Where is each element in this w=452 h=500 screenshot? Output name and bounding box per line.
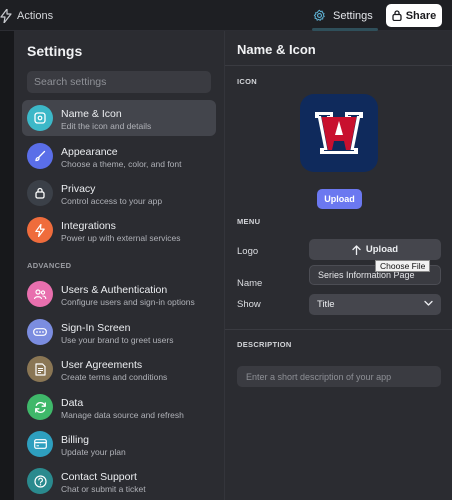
section-header-menu: MENU [237, 217, 261, 226]
gear-icon [313, 9, 325, 21]
sidebar-item-label: Data [61, 397, 84, 409]
share-button[interactable]: Share [386, 4, 442, 27]
chevron-down-icon [424, 300, 433, 306]
sidebar-item-desc: Control access to your app [61, 196, 163, 206]
help-icon [27, 468, 53, 494]
refresh-icon [27, 394, 53, 420]
section-header-description: DESCRIPTION [237, 340, 292, 349]
sidebar-item-sign-in-screen[interactable]: Sign-In Screen Use your brand to greet u… [22, 314, 216, 350]
bolt-icon [0, 8, 12, 23]
name-label: Name [237, 278, 263, 289]
app-icon-preview[interactable] [300, 94, 378, 172]
sidebar-item-data[interactable]: Data Manage data source and refresh [22, 389, 216, 425]
settings-sidebar: Settings Search settings Name & Icon Edi… [14, 31, 224, 500]
sidebar-item-user-agreements[interactable]: User Agreements Create terms and conditi… [22, 351, 216, 387]
section-header-advanced: ADVANCED [27, 261, 72, 270]
lock-icon [27, 180, 53, 206]
sidebar-item-label: Privacy [61, 183, 96, 195]
logo-upload-button[interactable]: Upload [309, 239, 441, 260]
app-icon [27, 105, 53, 131]
sidebar-item-desc: Use your brand to greet users [61, 335, 174, 345]
actions-button[interactable]: Actions [0, 0, 53, 31]
logo-upload-label: Upload [365, 244, 399, 255]
settings-tab[interactable]: Settings [313, 0, 373, 31]
settings-label: Settings [333, 9, 373, 22]
sidebar-title: Settings [27, 43, 83, 59]
actions-label: Actions [17, 9, 54, 22]
description-input[interactable]: Enter a short description of your app [237, 366, 441, 387]
share-label: Share [405, 9, 437, 22]
sidebar-item-label: Users & Authentication [61, 284, 168, 296]
sidebar-item-label: Appearance [61, 146, 118, 158]
lock-icon [392, 10, 402, 21]
show-select-value: Title [317, 299, 335, 310]
upload-icon-button[interactable]: Upload [317, 189, 362, 209]
sidebar-item-label: Name & Icon [61, 108, 122, 120]
sidebar-item-billing[interactable]: Billing Update your plan [22, 426, 216, 462]
section-header-icon: ICON [237, 77, 257, 86]
sidebar-item-label: Billing [61, 434, 90, 446]
divider [225, 65, 452, 66]
password-icon [27, 319, 53, 345]
show-label: Show [237, 299, 261, 310]
users-icon [27, 281, 53, 307]
top-bar: Actions Settings Share [0, 0, 452, 31]
sidebar-item-desc: Power up with external services [61, 233, 181, 243]
block-a-logo-icon [315, 112, 363, 154]
arrow-up-icon [352, 244, 361, 255]
brush-icon [27, 143, 53, 169]
sidebar-item-contact-support[interactable]: Contact Support Chat or submit a ticket [22, 463, 216, 499]
sidebar-item-desc: Create terms and conditions [61, 372, 168, 382]
panel-title: Name & Icon [237, 42, 316, 57]
divider [225, 329, 452, 330]
sidebar-item-label: Contact Support [61, 471, 137, 483]
sidebar-item-desc: Choose a theme, color, and font [61, 159, 182, 169]
card-icon [27, 431, 53, 457]
logo-label: Logo [237, 246, 259, 257]
name-icon-panel: Name & Icon ICON Upload MENU Logo Upload… [224, 31, 452, 500]
bolt-icon [27, 217, 53, 243]
sidebar-item-desc: Edit the icon and details [61, 121, 152, 131]
sidebar-item-integrations[interactable]: Integrations Power up with external serv… [22, 212, 216, 248]
sidebar-item-label: Sign-In Screen [61, 322, 131, 334]
sidebar-item-desc: Manage data source and refresh [61, 410, 184, 420]
app-canvas-edge [0, 31, 14, 500]
show-select[interactable]: Title [309, 294, 441, 315]
sidebar-item-name-icon[interactable]: Name & Icon Edit the icon and details [22, 100, 216, 136]
document-icon [27, 356, 53, 382]
search-input[interactable]: Search settings [27, 71, 211, 93]
sidebar-item-desc: Update your plan [61, 447, 126, 457]
sidebar-item-label: Integrations [61, 220, 116, 232]
sidebar-item-desc: Chat or submit a ticket [61, 484, 146, 494]
sidebar-item-users-authentication[interactable]: Users & Authentication Configure users a… [22, 276, 216, 312]
sidebar-item-appearance[interactable]: Appearance Choose a theme, color, and fo… [22, 138, 216, 174]
sidebar-item-label: User Agreements [61, 359, 143, 371]
choose-file-tooltip: Choose File [375, 260, 431, 272]
sidebar-item-privacy[interactable]: Privacy Control access to your app [22, 175, 216, 211]
sidebar-item-desc: Configure users and sign-in options [61, 297, 195, 307]
